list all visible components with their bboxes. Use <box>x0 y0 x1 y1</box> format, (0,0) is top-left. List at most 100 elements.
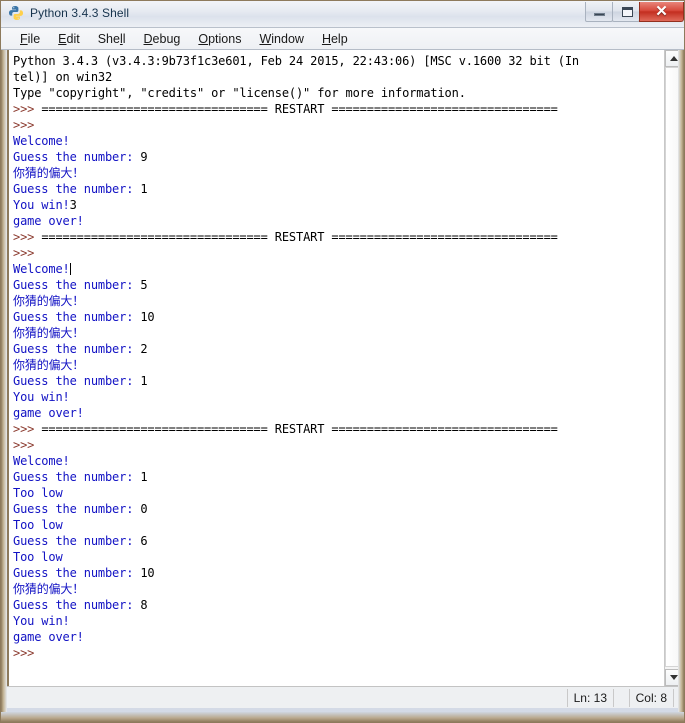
minimize-icon <box>594 13 605 16</box>
console-line: You win! <box>13 389 664 405</box>
console-segment: 0 <box>140 502 148 516</box>
console-segment: game over! <box>13 630 84 644</box>
console-line: game over! <box>13 629 664 645</box>
console-line: >>> <box>13 245 664 261</box>
console-segment: tel)] on win32 <box>13 70 113 84</box>
close-button[interactable]: ✕ <box>639 2 684 22</box>
console-segment: >>> <box>13 422 42 436</box>
menu-item-help[interactable]: Help <box>313 30 357 48</box>
console-line: Welcome! <box>13 133 664 149</box>
console-segment: You win! <box>13 198 70 212</box>
console-segment: Guess the number: <box>13 182 141 196</box>
console-line: Guess the number: 1 <box>13 373 664 389</box>
console-line: >>> <box>13 117 664 133</box>
menu-item-shell[interactable]: Shell <box>89 30 135 48</box>
console-segment: 9 <box>140 150 148 164</box>
console-segment: 2 <box>140 342 148 356</box>
console-segment: Guess the number: <box>13 534 141 548</box>
console-line: >>> <box>13 437 664 453</box>
status-column-indicator: Col: 8 <box>628 689 674 707</box>
console-line: Guess the number: 8 <box>13 597 664 613</box>
console-segment: 你猜的偏大！ <box>13 358 85 372</box>
console-line: Guess the number: 10 <box>13 309 664 325</box>
console-segment: 3 <box>69 198 77 212</box>
text-caret <box>69 263 71 275</box>
console-segment: 你猜的偏大！ <box>13 582 85 596</box>
console-segment: game over! <box>13 214 84 228</box>
console-segment: Guess the number: <box>13 150 141 164</box>
window-right-border <box>678 50 684 718</box>
console-segment: 1 <box>140 182 148 196</box>
menu-item-options[interactable]: Options <box>189 30 250 48</box>
console-segment: 8 <box>140 598 148 612</box>
menu-item-debug[interactable]: Debug <box>135 30 190 48</box>
console-line: >>> ================================ RES… <box>13 101 664 117</box>
console-segment: 10 <box>140 566 155 580</box>
console-line: 你猜的偏大！ <box>13 165 664 181</box>
window-bottom-border <box>1 712 684 722</box>
console-segment: Guess the number: <box>13 566 141 580</box>
menu-item-file[interactable]: File <box>11 30 49 48</box>
console-line: Welcome! <box>13 261 664 277</box>
console-segment: Guess the number: <box>13 278 141 292</box>
shell-text-area[interactable]: Python 3.4.3 (v3.4.3:9b73f1c3e601, Feb 2… <box>9 50 664 686</box>
console-segment: Too low <box>13 486 63 500</box>
console-line: Too low <box>13 517 664 533</box>
window-controls: ✕ <box>585 2 684 24</box>
status-bar: Ln: 13 Col: 8 <box>7 686 680 708</box>
console-segment: 5 <box>140 278 148 292</box>
maximize-icon <box>622 7 633 17</box>
console-segment: 1 <box>140 374 148 388</box>
console-segment: ================================ RESTART… <box>41 230 558 244</box>
menu-item-window[interactable]: Window <box>250 30 312 48</box>
python-shell-window: Python 3.4.3 Shell ✕ File Edit Shell Debug O… <box>0 0 685 723</box>
maximize-button[interactable] <box>612 2 640 22</box>
console-line: >>> <box>13 645 664 661</box>
console-line: You win!3 <box>13 197 664 213</box>
console-line: Guess the number: 5 <box>13 277 664 293</box>
console-line: Guess the number: 2 <box>13 341 664 357</box>
console-segment: Guess the number: <box>13 598 141 612</box>
console-segment: Type "copyright", "credits" or "license(… <box>13 86 466 100</box>
console-segment: >>> <box>13 246 42 260</box>
console-line: You win! <box>13 613 664 629</box>
menu-item-edit[interactable]: Edit <box>49 30 89 48</box>
console-segment: 10 <box>140 310 155 324</box>
console-segment: >>> <box>13 438 42 452</box>
console-line: Type "copyright", "credits" or "license(… <box>13 85 664 101</box>
console-segment: Guess the number: <box>13 342 141 356</box>
console-segment: >>> <box>13 102 42 116</box>
console-line: >>> ================================ RES… <box>13 229 664 245</box>
status-line-indicator: Ln: 13 <box>566 689 614 707</box>
python-logo-icon <box>8 5 24 21</box>
console-line: Guess the number: 1 <box>13 181 664 197</box>
console-line: Welcome! <box>13 453 664 469</box>
console-line: Guess the number: 10 <box>13 565 664 581</box>
console-line: tel)] on win32 <box>13 69 664 85</box>
title-bar[interactable]: Python 3.4.3 Shell ✕ <box>1 1 684 28</box>
minimize-button[interactable] <box>585 2 613 22</box>
console-line: Guess the number: 0 <box>13 501 664 517</box>
console-segment: Welcome! <box>13 454 70 468</box>
console-segment: Welcome! <box>13 134 70 148</box>
console-segment: Guess the number: <box>13 502 141 516</box>
console-line: Too low <box>13 485 664 501</box>
console-segment: 6 <box>140 534 148 548</box>
title-bar-left: Python 3.4.3 Shell <box>8 5 129 21</box>
scroll-up-icon <box>670 56 678 61</box>
console-line: Too low <box>13 549 664 565</box>
console-segment: Guess the number: <box>13 374 141 388</box>
window-left-border <box>1 50 7 718</box>
console-segment: Guess the number: <box>13 470 141 484</box>
console-segment: >>> <box>13 118 42 132</box>
console-line: 你猜的偏大！ <box>13 325 664 341</box>
scroll-down-icon <box>670 675 678 680</box>
console-line: 你猜的偏大！ <box>13 293 664 309</box>
close-icon: ✕ <box>655 3 668 20</box>
console-segment: Too low <box>13 550 63 564</box>
console-line: game over! <box>13 213 664 229</box>
console-segment: Guess the number: <box>13 310 141 324</box>
console-line: game over! <box>13 405 664 421</box>
console-segment: >>> <box>13 646 42 660</box>
console-line: 你猜的偏大！ <box>13 357 664 373</box>
